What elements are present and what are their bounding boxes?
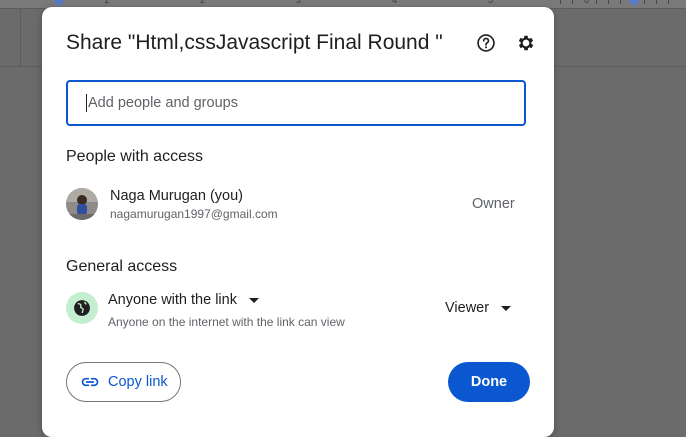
add-people-input[interactable] [86, 94, 524, 112]
ruler-tick [596, 0, 597, 4]
ruler-left-indent-marker[interactable] [53, 0, 65, 7]
ruler-number: 3 [296, 0, 302, 5]
ruler-tick [560, 0, 561, 4]
ruler-number: 5 [488, 0, 494, 5]
chevron-down-icon [248, 297, 259, 303]
ruler-tick [668, 0, 669, 4]
add-people-field[interactable] [66, 80, 526, 126]
ruler-number: 2 [200, 0, 206, 5]
document-edge [20, 8, 21, 66]
general-access-label: Anyone with the link [108, 292, 237, 308]
person-email: nagamurugan1997@gmail.com [110, 207, 278, 221]
ruler-tick [644, 0, 645, 4]
dialog-title: Share "Html,cssJavascript Final Round " [66, 31, 443, 54]
ruler-number: 1 [104, 0, 110, 5]
person-name: Naga Murugan (you) [110, 188, 243, 204]
ruler-tick [608, 0, 609, 4]
chevron-down-icon [501, 305, 512, 311]
globe-icon [66, 292, 98, 324]
people-with-access-heading: People with access [66, 148, 203, 165]
general-access-description: Anyone on the internet with the link can… [108, 315, 345, 329]
copy-link-button[interactable]: Copy link [66, 362, 181, 402]
link-icon [81, 377, 99, 387]
done-label: Done [470, 374, 508, 390]
link-role-dropdown[interactable]: Viewer [445, 300, 512, 316]
avatar [66, 188, 98, 220]
ruler-number: 6 [584, 0, 590, 5]
gear-icon [518, 35, 534, 51]
done-button[interactable]: Done [448, 362, 530, 402]
ruler-tick [656, 0, 657, 4]
ruler-tick [620, 0, 621, 4]
general-access-dropdown[interactable]: Anyone with the link [108, 292, 259, 308]
ruler-number: 4 [392, 0, 398, 5]
ruler-right-indent-marker[interactable] [628, 0, 640, 7]
copy-link-label: Copy link [108, 374, 168, 390]
help-circle-icon [477, 34, 495, 52]
ruler-tick [572, 0, 573, 4]
share-dialog: Share "Html,cssJavascript Final Round " … [42, 7, 554, 437]
text-cursor [86, 94, 87, 112]
owner-role: Owner [472, 196, 515, 212]
help-button[interactable] [474, 31, 498, 55]
general-access-heading: General access [66, 258, 178, 275]
settings-button[interactable] [514, 31, 538, 55]
link-role-label: Viewer [445, 300, 490, 316]
